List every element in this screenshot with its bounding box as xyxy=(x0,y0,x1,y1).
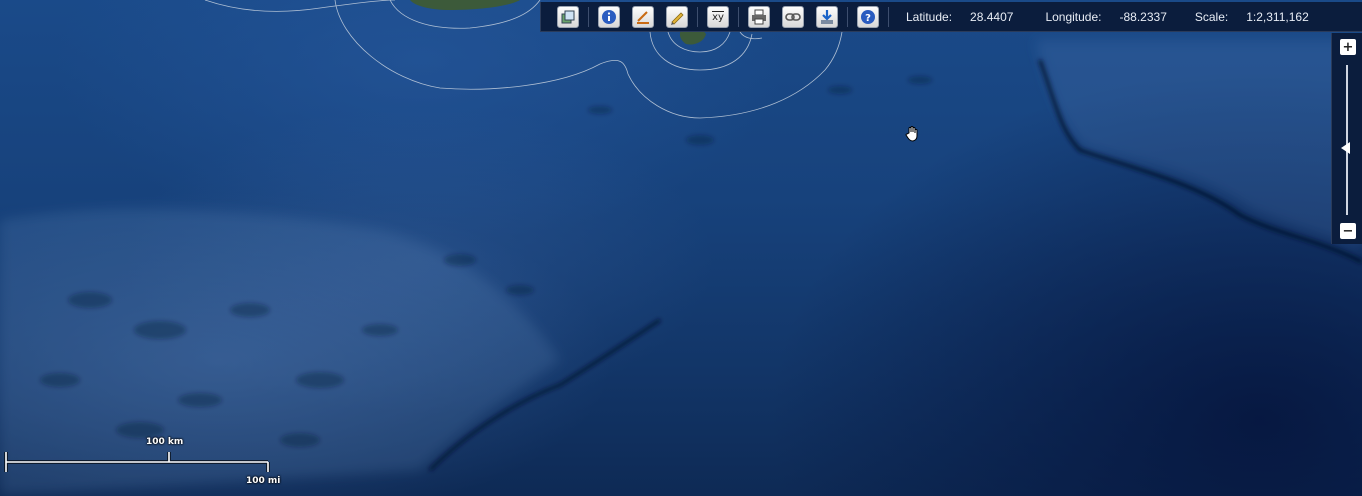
xy-coordinates-button[interactable]: xy xyxy=(707,5,729,28)
longitude-value: -88.2337 xyxy=(1119,9,1167,24)
print-icon xyxy=(752,9,766,24)
xy-coordinates-icon: xy xyxy=(712,10,724,23)
toolbar-divider xyxy=(738,6,739,27)
measure-button[interactable] xyxy=(632,5,654,28)
zoom-thumb[interactable] xyxy=(1341,141,1350,154)
help-button[interactable]: ? xyxy=(857,5,879,28)
link-button[interactable] xyxy=(782,5,804,28)
download-button[interactable] xyxy=(816,5,838,28)
zoom-out-button[interactable]: − xyxy=(1340,223,1356,239)
map-toolbar: xy ? Latitude: 28.4407 Longitude: -88.23… xyxy=(540,2,1362,32)
scale-bar: 100 km 100 mi xyxy=(4,436,294,492)
help-icon: ? xyxy=(861,9,875,24)
draw-button[interactable] xyxy=(666,5,688,28)
cursor xyxy=(904,125,922,147)
latitude-label: Latitude: xyxy=(906,9,953,24)
coordinate-readout: Latitude: 28.4407 Longitude: -88.2337 Sc… xyxy=(892,10,1309,24)
scale-mi-label: 100 mi xyxy=(246,476,281,486)
svg-text:?: ? xyxy=(865,13,871,24)
print-button[interactable] xyxy=(748,5,770,28)
bathymetry-layer xyxy=(0,0,1362,496)
latitude-value: 28.4407 xyxy=(970,9,1014,24)
toolbar-divider xyxy=(847,6,848,27)
zoom-in-button[interactable]: + xyxy=(1340,39,1356,55)
draw-pencil-icon xyxy=(671,11,684,25)
zoom-slider: + − xyxy=(1331,33,1362,244)
map-canvas[interactable] xyxy=(0,0,1362,496)
layers-button[interactable] xyxy=(557,5,579,28)
pan-hand-icon xyxy=(905,126,918,142)
toolbar-divider xyxy=(697,6,698,27)
identify-button[interactable] xyxy=(598,5,620,28)
link-icon xyxy=(785,12,801,21)
download-icon xyxy=(821,9,833,24)
toolbar-divider xyxy=(588,6,589,27)
measure-icon xyxy=(637,10,649,24)
scale-label: Scale: xyxy=(1194,9,1229,24)
layers-icon xyxy=(561,10,575,23)
toolbar-divider xyxy=(888,6,889,27)
scale-value: 1:2,311,162 xyxy=(1246,9,1309,24)
info-icon xyxy=(602,9,616,24)
scale-km-label: 100 km xyxy=(146,437,184,447)
longitude-label: Longitude: xyxy=(1045,9,1102,24)
zoom-track[interactable] xyxy=(1346,65,1348,215)
